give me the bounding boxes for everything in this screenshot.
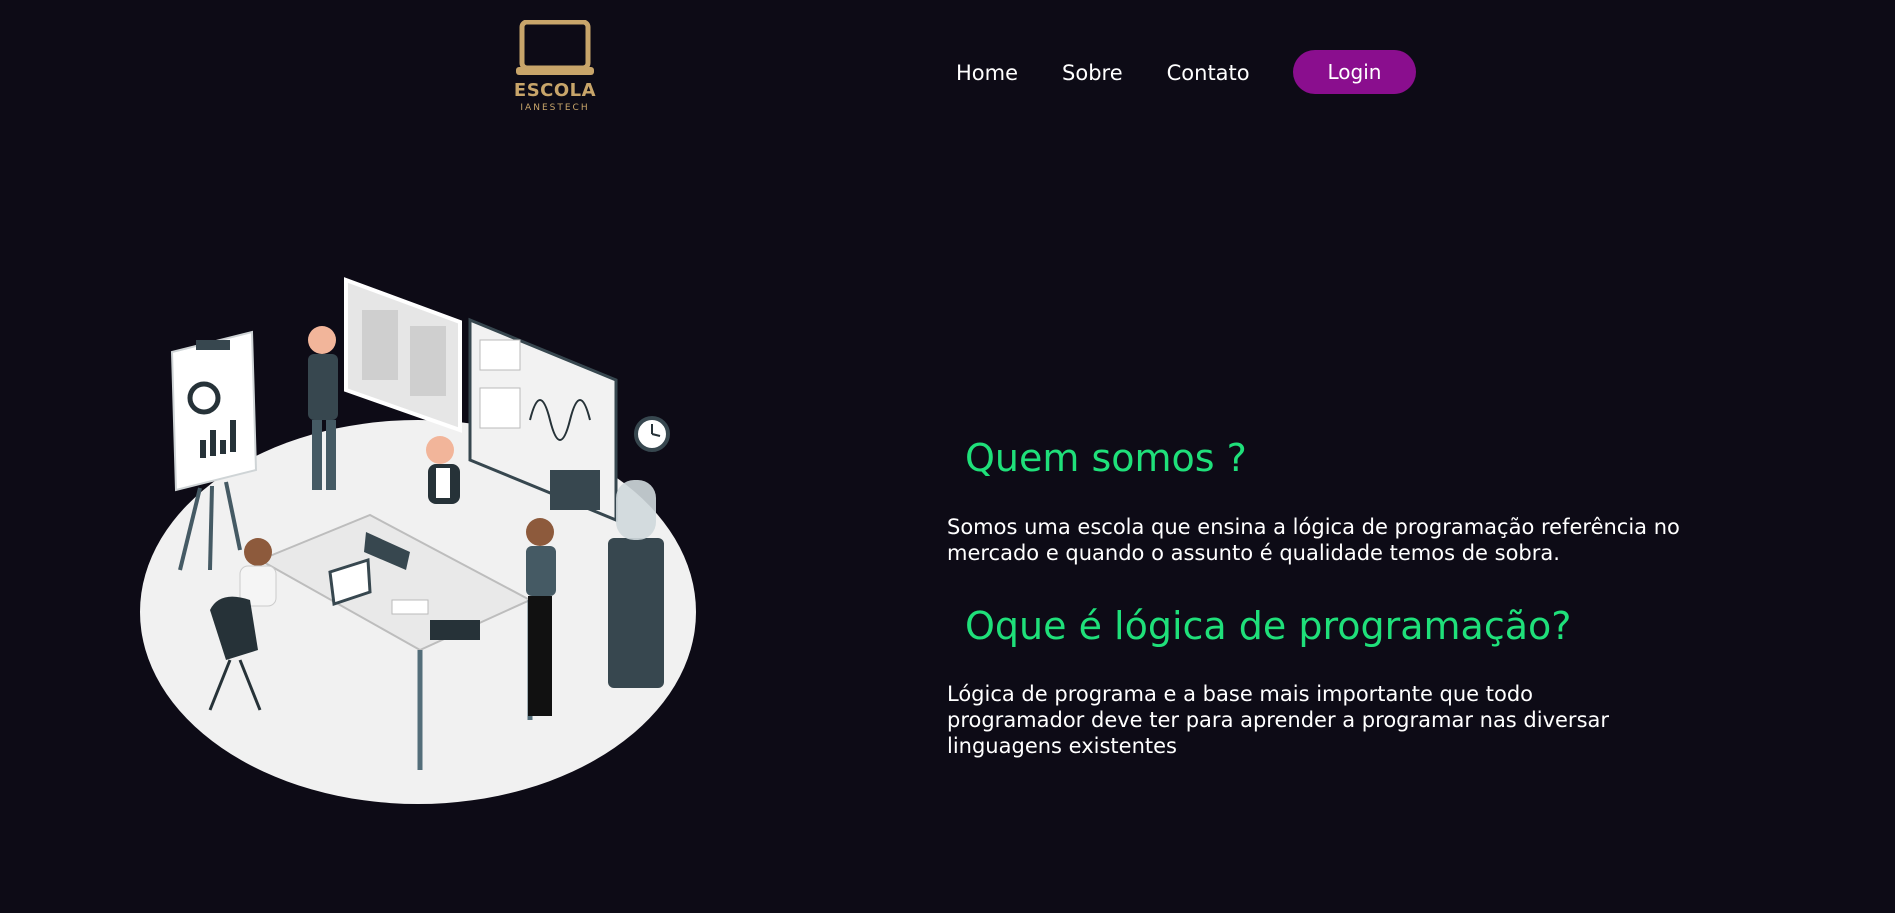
nav-contato[interactable]: Contato [1167, 50, 1250, 96]
logo[interactable]: ESCOLA IANESTECH [512, 20, 598, 126]
logo-subtitle: IANESTECH [520, 103, 590, 113]
logo-title: ESCOLA [513, 80, 597, 101]
section-text: Lógica de programa e a base mais importa… [947, 682, 1610, 758]
login-button[interactable]: Login [1293, 50, 1416, 94]
nav-home[interactable]: Home [956, 50, 1018, 96]
main-nav: Home Sobre Contato [956, 50, 1294, 96]
section-heading: Quem somos ? [965, 436, 1247, 480]
laptop-icon [516, 20, 594, 75]
section-quem-somos: Quem somos ? [947, 432, 1707, 484]
team-meeting-illustration [140, 277, 696, 804]
page: ESCOLA IANESTECH Home Sobre Contato Logi… [0, 0, 1895, 913]
section-text: Somos uma escola que ensina a lógica de … [947, 515, 1680, 565]
section-heading: Oque é lógica de programação? [965, 604, 1572, 648]
nav-sobre[interactable]: Sobre [1062, 50, 1123, 96]
section-logica: Oque é lógica de programação? [947, 600, 1707, 652]
